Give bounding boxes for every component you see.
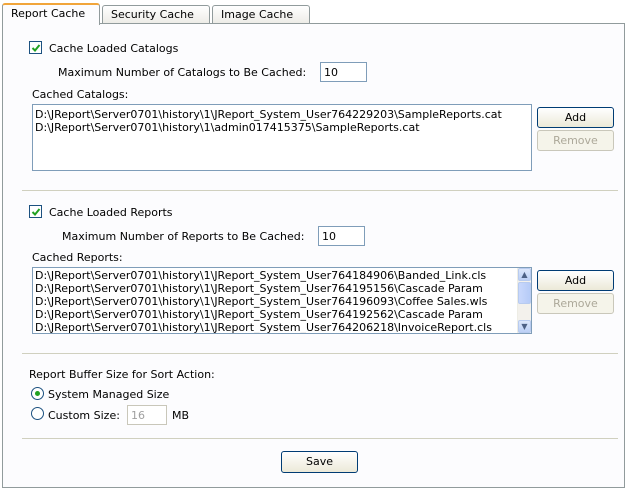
tab-report-cache[interactable]: Report Cache <box>2 3 100 25</box>
cache-catalogs-checkbox[interactable] <box>29 41 42 54</box>
cached-catalogs-list[interactable]: D:\JReport\Server0701\history\1\JReport_… <box>32 104 532 171</box>
custom-size-label: Custom Size: <box>48 409 120 422</box>
checkmark-icon <box>31 208 41 216</box>
save-button[interactable]: Save <box>281 451 358 473</box>
remove-report-button[interactable]: Remove <box>537 293 614 314</box>
buffer-size-label: Report Buffer Size for Sort Action: <box>29 368 215 381</box>
system-managed-label: System Managed Size <box>48 388 170 401</box>
max-reports-label: Maximum Number of Reports to Be Cached: <box>62 230 305 243</box>
tab-label: Image Cache <box>221 8 294 21</box>
scroll-down-arrow-icon[interactable]: ▼ <box>518 320 531 333</box>
max-catalogs-label: Maximum Number of Catalogs to Be Cached: <box>58 66 307 79</box>
cached-reports-label: Cached Reports: <box>32 251 123 264</box>
list-item[interactable]: D:\JReport\Server0701\history\1\JReport_… <box>33 282 517 295</box>
cache-reports-checkbox[interactable] <box>29 205 42 218</box>
custom-size-radio[interactable] <box>31 407 44 420</box>
divider <box>22 353 618 354</box>
max-reports-input[interactable] <box>318 226 365 246</box>
add-catalog-button[interactable]: Add <box>537 107 614 128</box>
tab-image-cache[interactable]: Image Cache <box>212 5 310 24</box>
divider <box>22 438 618 439</box>
scroll-thumb[interactable] <box>518 282 531 304</box>
tab-label: Report Cache <box>11 7 86 20</box>
tab-label: Security Cache <box>111 8 194 21</box>
radio-selected-icon <box>35 391 40 396</box>
list-item[interactable]: D:\JReport\Server0701\history\1\JReport_… <box>33 108 531 121</box>
custom-size-input[interactable] <box>127 405 167 425</box>
divider <box>22 190 618 191</box>
max-catalogs-input[interactable] <box>320 62 367 82</box>
list-item[interactable]: D:\JReport\Server0701\history\1\JReport_… <box>33 321 517 333</box>
remove-catalog-button[interactable]: Remove <box>537 130 614 151</box>
vertical-scrollbar[interactable]: ▲ ▼ <box>517 268 531 333</box>
checkmark-icon <box>31 44 41 52</box>
tab-security-cache[interactable]: Security Cache <box>102 5 210 24</box>
cached-catalogs-label: Cached Catalogs: <box>32 88 129 101</box>
cached-reports-list[interactable]: D:\JReport\Server0701\history\1\JReport_… <box>32 267 532 334</box>
list-item[interactable]: D:\JReport\Server0701\history\1\admin017… <box>33 121 531 134</box>
system-managed-radio[interactable] <box>31 387 44 400</box>
list-item[interactable]: D:\JReport\Server0701\history\1\JReport_… <box>33 308 517 321</box>
cache-catalogs-label: Cache Loaded Catalogs <box>49 42 179 55</box>
list-item[interactable]: D:\JReport\Server0701\history\1\JReport_… <box>33 295 517 308</box>
add-report-button[interactable]: Add <box>537 270 614 291</box>
scroll-up-arrow-icon[interactable]: ▲ <box>518 268 531 281</box>
size-unit-label: MB <box>172 409 190 422</box>
cache-reports-label: Cache Loaded Reports <box>49 206 173 219</box>
list-item[interactable]: D:\JReport\Server0701\history\1\JReport_… <box>33 269 517 282</box>
